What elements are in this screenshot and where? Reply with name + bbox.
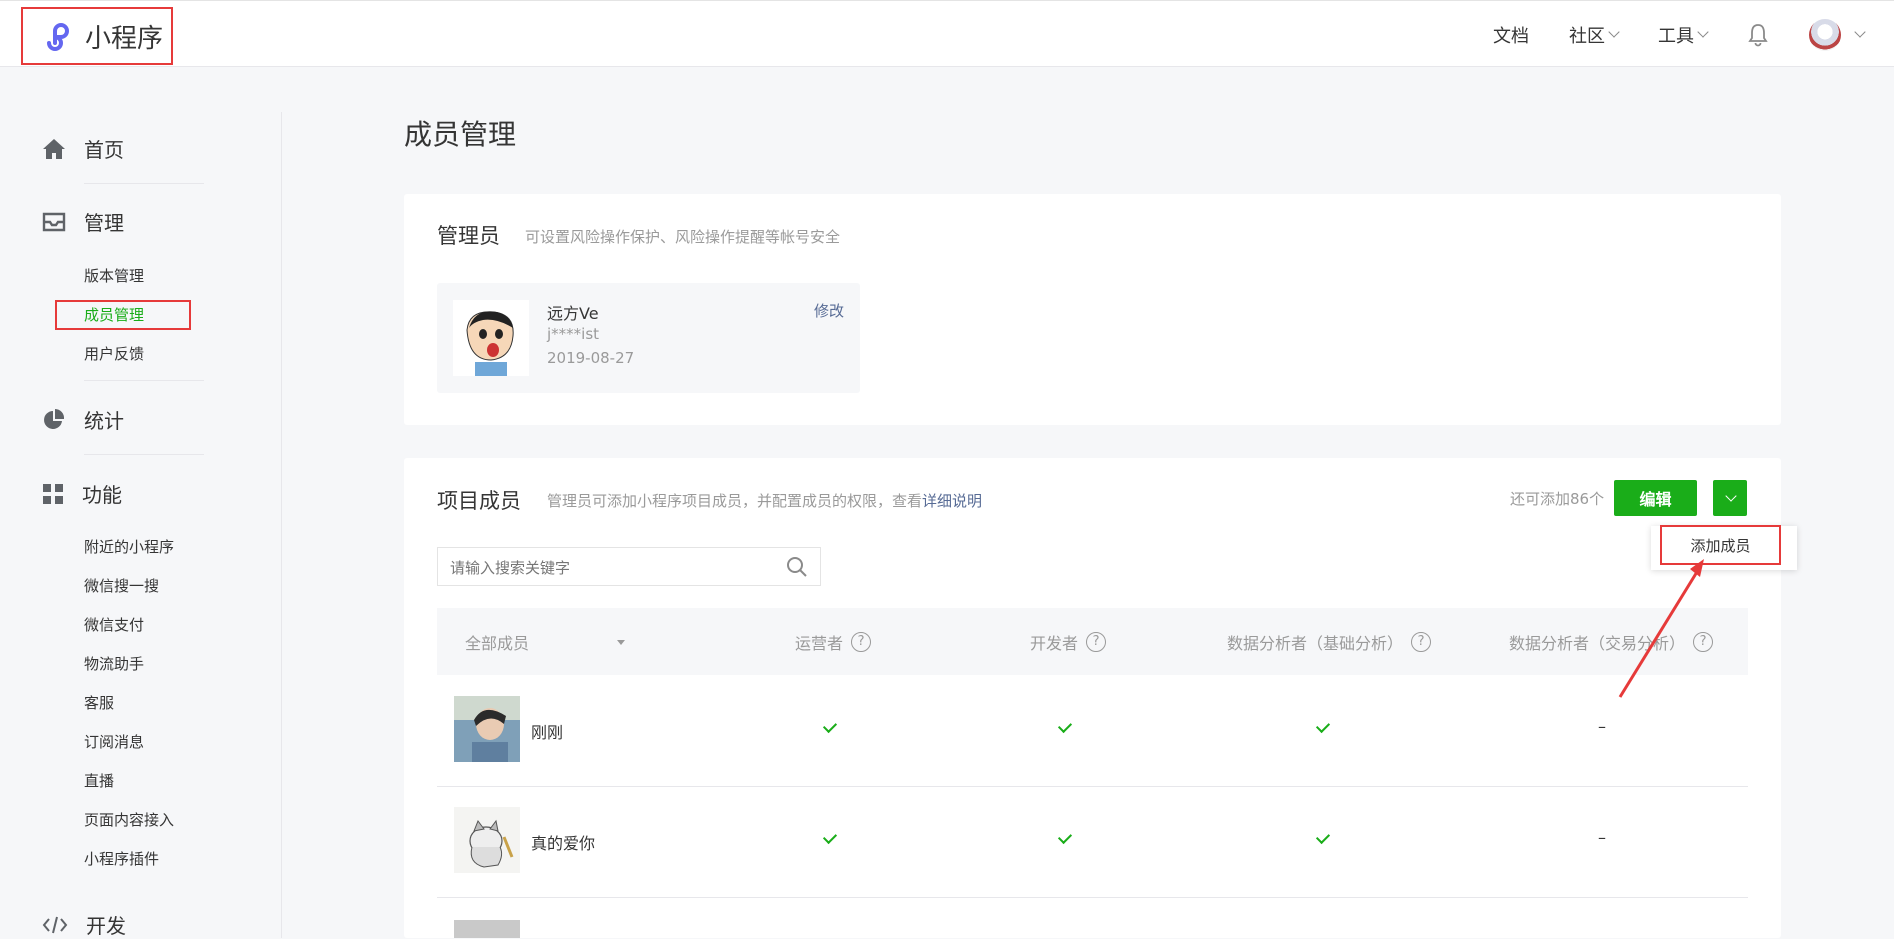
nav-docs[interactable]: 文档 [1493, 22, 1529, 48]
sidebar-item-feedback[interactable]: 用户反馈 [84, 343, 144, 364]
admin-name: 远方Ve [547, 304, 599, 323]
pie-chart-icon [44, 408, 65, 429]
column-data-basic: 数据分析者（基础分析）? [1227, 608, 1432, 675]
nav-tools-label: 工具 [1658, 25, 1694, 47]
home-icon [43, 138, 65, 159]
members-section-title: 项目成员 [437, 489, 521, 513]
filter-all-members[interactable]: 全部成员 [465, 608, 529, 675]
more-actions-button[interactable] [1713, 480, 1747, 516]
member-search [437, 547, 821, 587]
divider [84, 454, 204, 455]
divider [84, 380, 204, 381]
column-header: 数据分析者（基础分析） [1227, 633, 1404, 653]
sidebar-item-dev[interactable]: 开发 [42, 910, 126, 939]
help-icon[interactable]: ? [1411, 631, 1432, 652]
nav-tools[interactable]: 工具 [1658, 22, 1709, 48]
search-icon[interactable] [786, 556, 808, 578]
sidebar-item-plugins[interactable]: 小程序插件 [84, 848, 159, 869]
admin-section-title: 管理员 [437, 224, 500, 248]
check-icon [1057, 829, 1073, 845]
member-name: 真的爱你 [531, 834, 596, 853]
chevron-down-icon [1697, 26, 1709, 38]
check-icon [1057, 718, 1073, 734]
members-section-desc: 管理员可添加小程序项目成员，并配置成员的权限，查看详细说明 [547, 490, 982, 511]
sidebar-item-versions[interactable]: 版本管理 [84, 265, 144, 286]
admin-avatar [453, 300, 529, 376]
divider [84, 183, 204, 184]
details-link[interactable]: 详细说明 [922, 492, 982, 510]
code-icon [42, 916, 68, 933]
sidebar-item-pay[interactable]: 微信支付 [84, 614, 144, 635]
member-name: 刚刚 [531, 723, 564, 742]
no-permission: – [1598, 828, 1606, 847]
column-operator: 运营者? [795, 608, 872, 675]
no-permission: – [1598, 717, 1606, 736]
top-nav: 文档 社区 工具 [1493, 1, 1866, 68]
avatar [1809, 18, 1841, 51]
check-icon [822, 829, 838, 845]
sidebar-item-features[interactable]: 功能 [42, 479, 122, 508]
help-icon[interactable]: ? [851, 631, 872, 652]
help-icon[interactable]: ? [1086, 631, 1107, 652]
sidebar-item-label: 管理 [84, 211, 124, 235]
sidebar-item-logistics[interactable]: 物流助手 [84, 653, 144, 674]
inbox-icon [42, 212, 66, 231]
members-desc-text: 管理员可添加小程序项目成员，并配置成员的权限，查看 [547, 492, 923, 510]
column-developer: 开发者? [1030, 608, 1107, 675]
column-header: 运营者 [795, 633, 844, 653]
logo[interactable]: 小程序 [21, 7, 173, 65]
table-row[interactable]: 真的爱你 – [437, 786, 1748, 898]
chevron-down-icon [1608, 26, 1620, 38]
members-table-header: 全部成员 运营者? 开发者? 数据分析者（基础分析）? 数据分析者（交易分析）? [437, 608, 1748, 675]
admin-account: j****ist [547, 325, 600, 343]
check-icon [1315, 718, 1331, 734]
user-menu[interactable] [1809, 18, 1866, 51]
sidebar-item-home[interactable]: 首页 [42, 134, 124, 163]
table-row[interactable]: 刚刚 – [437, 675, 1748, 787]
column-header: 开发者 [1030, 633, 1079, 653]
sidebar-item-search[interactable]: 微信搜一搜 [84, 575, 159, 596]
caret-down-icon[interactable] [617, 640, 625, 645]
check-icon [1315, 829, 1331, 845]
sidebar-item-subscribe[interactable]: 订阅消息 [84, 731, 144, 752]
sidebar-item-live[interactable]: 直播 [84, 770, 114, 791]
chevron-down-icon [1854, 26, 1866, 38]
sidebar-item-content[interactable]: 页面内容接入 [84, 809, 174, 830]
nav-community-label: 社区 [1569, 25, 1605, 47]
bell-icon[interactable] [1747, 23, 1769, 47]
member-avatar [454, 920, 520, 938]
top-bar: 小程序 文档 社区 工具 [0, 0, 1894, 67]
sidebar-item-label: 首页 [84, 138, 124, 162]
admin-edit-link[interactable]: 修改 [814, 300, 844, 321]
grid-icon [43, 483, 63, 504]
member-avatar [454, 696, 520, 762]
mini-program-logo-icon [47, 23, 69, 51]
check-icon [822, 718, 838, 734]
sidebar-item-service[interactable]: 客服 [84, 692, 114, 713]
highlight-box [55, 300, 191, 330]
sidebar-item-nearby[interactable]: 附近的小程序 [84, 536, 174, 557]
chevron-down-icon [1725, 489, 1737, 502]
nav-docs-label: 文档 [1493, 25, 1529, 47]
logo-text: 小程序 [85, 23, 164, 54]
column-header: 全部成员 [465, 633, 530, 653]
annotation-arrow [1618, 559, 1704, 698]
sidebar-item-manage[interactable]: 管理 [42, 207, 124, 236]
admin-info-box: 远方Ve j****ist 2019-08-27 修改 [437, 283, 860, 393]
page-title: 成员管理 [404, 118, 517, 151]
nav-community[interactable]: 社区 [1569, 22, 1620, 48]
search-input[interactable] [438, 548, 772, 587]
member-avatar [454, 807, 520, 873]
sidebar-divider [281, 112, 282, 938]
remaining-count: 还可添加86个 [1510, 490, 1605, 508]
table-row[interactable] [437, 897, 1748, 938]
edit-button[interactable]: 编辑 [1614, 480, 1697, 516]
admin-date: 2019-08-27 [547, 349, 635, 367]
sidebar-item-stats[interactable]: 统计 [42, 405, 124, 434]
sidebar-item-label: 开发 [86, 914, 126, 938]
admin-section-desc: 可设置风险操作保护、风险操作提醒等帐号安全 [525, 228, 841, 246]
sidebar-item-label: 统计 [84, 409, 124, 433]
sidebar-item-label: 功能 [82, 483, 122, 507]
